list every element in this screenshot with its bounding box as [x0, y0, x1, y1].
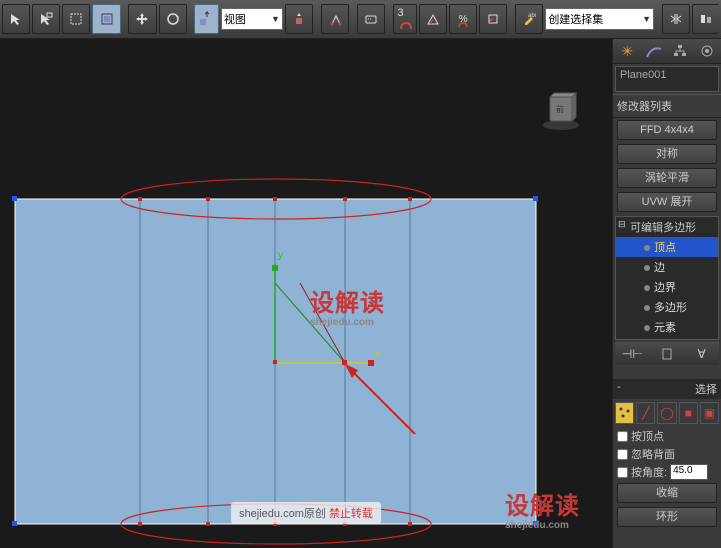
select-region-tool[interactable]	[62, 4, 90, 34]
watermark-sub: shejiedu.com	[505, 520, 580, 531]
by-angle-row: 按角度: 45.0	[613, 463, 721, 481]
element-subobj-button[interactable]: ▣	[700, 402, 719, 424]
chevron-down-icon: ▼	[642, 14, 651, 24]
mod-ffd-button[interactable]: FFD 4x4x4	[617, 120, 717, 140]
watermark: 设解读 shejiedu.com	[505, 494, 580, 531]
stack-sub-edge[interactable]: 边	[616, 257, 718, 277]
ignore-back-checkbox[interactable]	[617, 449, 628, 460]
watermark-text: 设解读	[505, 494, 580, 520]
watermark-sub: shejiedu.com	[310, 317, 385, 328]
motion-tab[interactable]	[696, 42, 718, 60]
svg-text:前: 前	[556, 104, 564, 114]
viewcube[interactable]: 前	[540, 89, 582, 131]
named-sel-label: 创建选择集	[548, 11, 603, 27]
stack-sub-polygon[interactable]: 多边形	[616, 297, 718, 317]
percent-snap-toggle[interactable]: %	[449, 4, 477, 34]
axis-x-label: x	[375, 349, 380, 360]
snap-toggle[interactable]: 3	[393, 4, 417, 34]
edit-named-sel-tool[interactable]: abc	[515, 4, 543, 34]
main-toolbar: 视图 ▼ 3 % abc 创建选择集 ▼	[0, 0, 721, 39]
stack-sub-vertex[interactable]: 顶点	[616, 237, 718, 257]
hierarchy-tab[interactable]	[669, 42, 691, 60]
ref-coord-dropdown[interactable]: 视图 ▼	[221, 8, 283, 30]
make-unique-button[interactable]: ∀	[692, 345, 712, 363]
caption-text: shejiedu.com原创	[239, 508, 329, 520]
stack-sub-border[interactable]: 边界	[616, 277, 718, 297]
use-center-tool[interactable]	[285, 4, 313, 34]
axis-y-label: y	[278, 250, 283, 261]
command-panel: ✳ Plane001 修改器列表 FFD 4x4x4 对称 涡轮平滑 UVW 展…	[612, 39, 721, 548]
ignore-back-row: 忽略背面	[613, 445, 721, 463]
spinner-snap-toggle[interactable]	[479, 4, 507, 34]
modifier-list-label: 修改器列表	[613, 94, 721, 118]
ignore-back-label: 忽略背面	[631, 446, 675, 462]
caption-red: 禁止转载	[329, 508, 373, 520]
border-subobj-button[interactable]: ◯	[657, 402, 676, 424]
show-end-result-button[interactable]	[657, 345, 677, 363]
ref-coord-toggle[interactable]	[194, 4, 218, 34]
align-tool[interactable]	[692, 4, 719, 34]
mirror-tool[interactable]	[662, 4, 690, 34]
move-tool[interactable]	[128, 4, 156, 34]
snap-label: 3	[398, 7, 404, 19]
select-tool[interactable]	[2, 4, 30, 34]
watermark-text: 设解读	[310, 291, 385, 317]
stack-toolbar: ⊣⊢ ∀	[615, 342, 719, 365]
caption: shejiedu.com原创 禁止转载	[231, 502, 381, 524]
mod-turbosmooth-button[interactable]: 涡轮平滑	[617, 168, 717, 188]
selection-rollout-header[interactable]: - 选择	[613, 379, 721, 399]
shrink-button[interactable]: 收缩	[617, 483, 717, 503]
stack-root[interactable]: 可编辑多边形	[616, 217, 718, 237]
by-vertex-checkbox[interactable]	[617, 431, 628, 442]
window-crossing-toggle[interactable]	[92, 4, 120, 34]
ring-button[interactable]: 环形	[617, 507, 717, 527]
chevron-down-icon: ▼	[271, 14, 280, 24]
by-vertex-label: 按顶点	[631, 428, 664, 444]
modifier-stack[interactable]: 可编辑多边形 顶点 边 边界 多边形 元素	[615, 216, 719, 340]
rotate-tool[interactable]	[159, 4, 187, 34]
ref-coord-label: 视图	[224, 11, 246, 27]
selection-title: 选择	[695, 381, 717, 397]
modify-tab[interactable]	[643, 42, 665, 60]
viewport[interactable]: y x 前 设解读 shejiedu.com	[0, 39, 612, 548]
select-manipulate-tool[interactable]	[321, 4, 349, 34]
by-vertex-row: 按顶点	[613, 427, 721, 445]
mod-uvw-button[interactable]: UVW 展开	[617, 192, 717, 212]
keyboard-shortcut-toggle[interactable]	[357, 4, 385, 34]
polygon-subobj-button[interactable]: ■	[679, 402, 698, 424]
rollout-minus-icon: -	[617, 381, 621, 397]
command-tabs: ✳	[613, 39, 721, 64]
angle-spinner[interactable]: 45.0	[670, 464, 708, 480]
svg-text:abc: abc	[528, 13, 536, 19]
subobject-icons: ╱ ◯ ■ ▣	[613, 399, 721, 427]
by-angle-label: 按角度:	[631, 464, 667, 480]
angle-snap-toggle[interactable]	[419, 4, 447, 34]
watermark: 设解读 shejiedu.com	[310, 291, 385, 328]
by-angle-checkbox[interactable]	[617, 467, 628, 478]
select-by-name-tool[interactable]	[32, 4, 60, 34]
edge-subobj-button[interactable]: ╱	[636, 402, 655, 424]
create-tab[interactable]: ✳	[616, 42, 638, 60]
vertex-subobj-button[interactable]	[615, 402, 634, 424]
named-sel-dropdown[interactable]: 创建选择集 ▼	[545, 8, 654, 30]
pin-stack-button[interactable]: ⊣⊢	[622, 345, 642, 363]
mod-symmetry-button[interactable]: 对称	[617, 144, 717, 164]
stack-sub-element[interactable]: 元素	[616, 317, 718, 337]
object-name-field[interactable]: Plane001	[615, 66, 719, 92]
